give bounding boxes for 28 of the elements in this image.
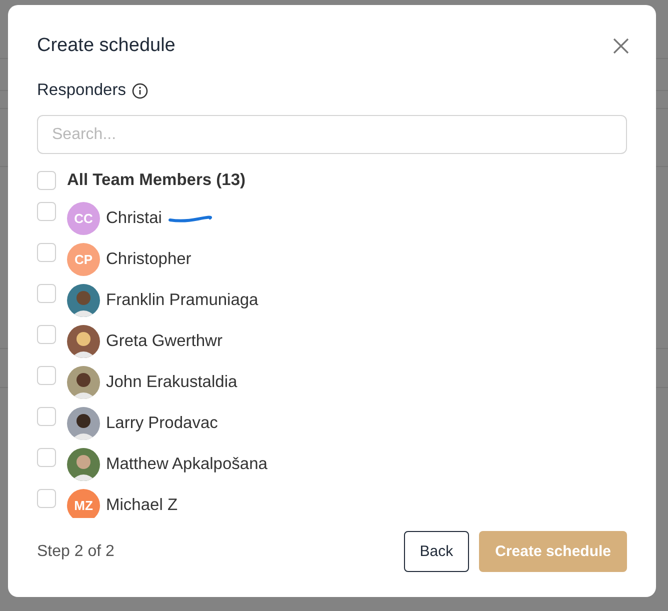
search-field[interactable]: Search...: [37, 115, 627, 154]
checkbox[interactable]: [37, 170, 56, 190]
member-name: Greta Gwerthwr: [106, 332, 222, 351]
section-label: Responders: [37, 81, 126, 100]
member-name: Christai: [106, 209, 162, 228]
checkbox[interactable]: [37, 243, 56, 262]
avatar-initials: CP: [67, 243, 100, 276]
checkbox[interactable]: [37, 325, 56, 344]
step-indicator: Step 2 of 2: [37, 542, 116, 560]
member-name: John Erakustaldia: [106, 373, 238, 392]
member-name: Michael Z: [106, 496, 178, 515]
member-name: Matthew Apkalpošana: [106, 455, 268, 474]
checkbox[interactable]: [37, 202, 56, 221]
checkbox[interactable]: [37, 284, 56, 303]
back-button[interactable]: Back: [404, 531, 470, 572]
dialog-title: Create schedule: [37, 35, 176, 57]
member-name: Christopher: [106, 250, 192, 269]
checkbox[interactable]: [37, 407, 56, 426]
avatar-initials: CC: [67, 202, 100, 235]
close-icon[interactable]: [613, 38, 629, 54]
checkbox[interactable]: [37, 366, 56, 385]
member-name: Franklin Pramuniaga: [106, 291, 258, 310]
select-all-label: All Team Members (13): [67, 170, 246, 190]
member-name: Larry Prodavac: [106, 414, 218, 433]
checkbox[interactable]: [37, 448, 56, 467]
info-icon[interactable]: [132, 82, 148, 98]
checkbox[interactable]: [37, 489, 56, 508]
avatar-initials: MZ: [67, 489, 100, 518]
